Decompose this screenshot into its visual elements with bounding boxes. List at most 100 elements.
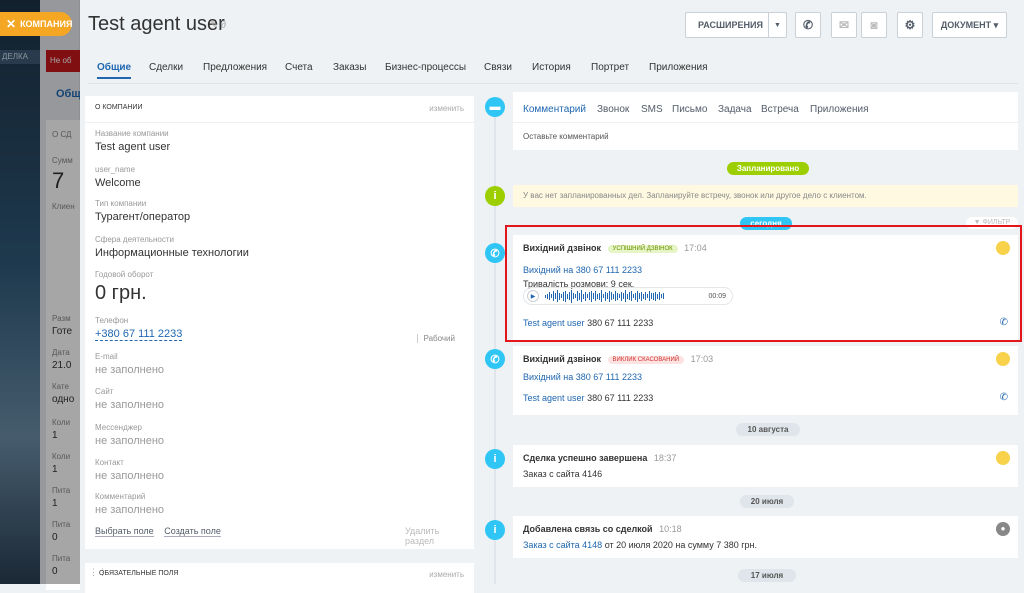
field-value[interactable]: не заполнено (95, 470, 465, 482)
tab-general[interactable]: Общие (97, 62, 132, 79)
waveform-bar (653, 292, 654, 300)
field-company-type: Тип компании Турагент/оператор (95, 199, 465, 223)
audio-duration: 00:09 (708, 292, 726, 300)
call-link[interactable]: Вихідний на 380 67 111 2233 (523, 265, 642, 275)
play-icon[interactable]: ▶ (527, 290, 539, 302)
contact-phone: 380 67 111 2233 (587, 318, 654, 328)
field-label: Сфера деятельности (95, 235, 174, 244)
editor-tab-sms[interactable]: SMS (641, 104, 663, 115)
emoji-icon[interactable] (996, 241, 1010, 255)
waveform-bar (545, 294, 546, 298)
waveform-bar (639, 293, 640, 299)
tab-invoices[interactable]: Счета (285, 62, 313, 73)
waveform-bar (645, 292, 646, 300)
waveform-bar (597, 293, 598, 299)
edit-title-icon[interactable]: ✎ ∂ (210, 20, 226, 31)
field-value[interactable]: Информационные технологии (95, 247, 465, 259)
editor-tab-comment[interactable]: Комментарий (523, 104, 586, 115)
phone-icon[interactable]: ✆ (1000, 317, 1008, 328)
field-value[interactable]: Test agent user (95, 141, 465, 153)
phone-link[interactable]: +380 67 111 2233 (95, 328, 183, 341)
select-field-link[interactable]: Выбрать поле (95, 526, 154, 537)
no-activities-notice: У вас нет запланированных дел. Запланиру… (513, 185, 1018, 207)
call-icon: ✆ (485, 349, 505, 369)
chat-button[interactable]: ◙ (861, 12, 887, 38)
field-value[interactable]: не заполнено (95, 364, 465, 376)
editor-tab-meeting[interactable]: Встреча (761, 104, 799, 115)
info-icon: i (485, 449, 505, 469)
extensions-button[interactable]: РАСШИРЕНИЯ ▼ (685, 12, 787, 38)
call-time: 17:03 (690, 354, 714, 364)
about-edit-link[interactable]: изменить (429, 104, 464, 113)
field-label: Контакт (95, 458, 124, 467)
field-value[interactable]: Welcome (95, 177, 465, 189)
field-user-name: user_name Welcome (95, 165, 465, 189)
link-time: 10:18 (659, 524, 682, 534)
order-link[interactable]: Заказ с сайта 4148 (523, 540, 602, 550)
required-edit-link[interactable]: изменить (429, 570, 464, 579)
waveform-bar (549, 292, 550, 300)
field-value[interactable]: не заполнено (95, 504, 465, 516)
field-label: E-mail (95, 352, 118, 361)
waveform-bar (629, 292, 630, 300)
field-value[interactable]: не заполнено (95, 399, 465, 411)
info-icon: i (485, 186, 505, 206)
call-link[interactable]: Вихідний на 380 67 111 2233 (523, 372, 642, 382)
filter-button[interactable]: ▼ ФИЛЬТР (966, 217, 1018, 229)
waveform-bar (623, 293, 624, 299)
email-button[interactable]: ✉ (831, 12, 857, 38)
tab-deals[interactable]: Сделки (149, 62, 183, 73)
emoji-icon[interactable] (996, 451, 1010, 465)
tab-portrait[interactable]: Портрет (591, 62, 629, 73)
field-value[interactable]: Турагент/оператор (95, 211, 465, 223)
waveform-bar (607, 293, 608, 299)
tab-links[interactable]: Связи (484, 62, 512, 73)
waveform-bar (581, 290, 582, 302)
user-avatar-icon[interactable]: ● (996, 522, 1010, 536)
editor-tab-call[interactable]: Звонок (597, 104, 629, 115)
field-email: E-mail не заполнено (95, 352, 465, 376)
tab-business-processes[interactable]: Бизнес-процессы (385, 62, 466, 73)
contact-link[interactable]: Test agent user (523, 393, 585, 403)
settings-button[interactable]: ⚙ (897, 12, 923, 38)
comment-input[interactable]: Оставьте комментарий (523, 132, 609, 141)
create-field-link[interactable]: Создать поле (164, 526, 221, 537)
tab-orders[interactable]: Заказы (333, 62, 366, 73)
phone-icon[interactable]: ✆ (1000, 392, 1008, 403)
waveform-bar (585, 291, 586, 301)
tab-offers[interactable]: Предложения (203, 62, 267, 73)
chevron-down-icon[interactable]: ▼ (768, 13, 786, 37)
editor-tab-apps[interactable]: Приложения (810, 104, 869, 115)
field-company-name: Название компании Test agent user (95, 129, 465, 153)
editor-tab-email[interactable]: Письмо (672, 104, 707, 115)
phone-button[interactable]: ✆ (795, 12, 821, 38)
audio-waveform[interactable] (545, 289, 664, 303)
field-label: Телефон (95, 316, 129, 325)
waveform-bar (613, 293, 614, 299)
field-messenger: Мессенджер не заполнено (95, 423, 465, 447)
document-button[interactable]: ДОКУМЕНТ ▾ (932, 12, 1007, 38)
tab-history[interactable]: История (532, 62, 571, 73)
modal-overlay[interactable] (0, 0, 80, 584)
delete-section-link[interactable]: Удалить раздел (405, 526, 439, 546)
company-slider: Test agent user ✎ ∂ РАСШИРЕНИЯ ▼ ✆ ✉ ◙ ⚙… (80, 0, 1024, 593)
waveform-bar (579, 292, 580, 300)
waveform-bar (583, 293, 584, 299)
emoji-icon[interactable] (996, 352, 1010, 366)
waveform-bar (605, 291, 606, 301)
close-slider-button[interactable]: ✕ КОМПАНИЯ (0, 12, 72, 36)
about-footer: Выбрать поле Создать поле Удалить раздел (95, 526, 439, 546)
field-industry: Сфера деятельности Информационные технол… (95, 235, 465, 259)
waveform-bar (573, 293, 574, 299)
tab-apps[interactable]: Приложения (649, 62, 708, 73)
planned-badge: Запланировано (727, 162, 809, 175)
timeline-call-item: Вихідний дзвінок ВИКЛИК СКАСОВАНИЙ 17:03… (513, 346, 1018, 415)
field-label: Годовой оборот (95, 270, 154, 279)
field-value[interactable]: 0 грн. (95, 282, 465, 305)
editor-tab-task[interactable]: Задача (718, 104, 752, 115)
waveform-bar (569, 292, 570, 300)
call-icon: ✆ (485, 243, 505, 263)
contact-link[interactable]: Test agent user (523, 318, 585, 328)
field-value[interactable]: не заполнено (95, 435, 465, 447)
contact-phone: 380 67 111 2233 (587, 393, 654, 403)
